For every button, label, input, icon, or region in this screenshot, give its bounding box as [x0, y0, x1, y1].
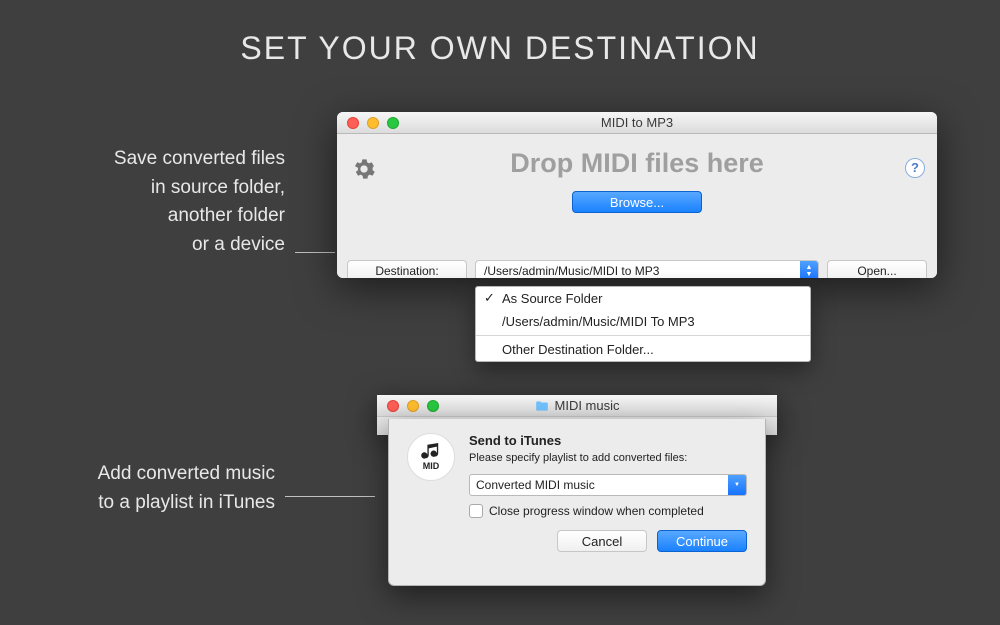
gear-icon[interactable]	[353, 158, 375, 180]
window-midi-to-mp3: MIDI to MP3 ? Drop MIDI files here Brows…	[337, 112, 937, 278]
destination-row: Destination: /Users/admin/Music/MIDI to …	[347, 260, 927, 278]
titlebar[interactable]: MIDI to MP3	[337, 112, 937, 134]
midi-file-icon: MID	[407, 433, 455, 481]
destination-path-value: /Users/admin/Music/MIDI to MP3	[476, 261, 800, 278]
caption-line: or a device	[35, 231, 285, 260]
close-icon[interactable]	[347, 117, 359, 129]
cancel-button[interactable]: Cancel	[557, 530, 647, 552]
caption-line: in source folder,	[35, 174, 285, 203]
checkbox-label: Close progress window when completed	[489, 504, 704, 518]
window-controls	[347, 117, 399, 129]
sheet-description: Please specify playlist to add converted…	[469, 452, 747, 464]
leader-line	[295, 252, 335, 253]
destination-path-combobox[interactable]: /Users/admin/Music/MIDI to MP3 ▲▼	[475, 260, 819, 278]
playlist-combobox[interactable]: Converted MIDI music ▼	[469, 474, 747, 496]
minimize-icon[interactable]	[407, 400, 419, 412]
folder-icon	[535, 400, 549, 412]
send-to-itunes-sheet: MID Send to iTunes Please specify playli…	[388, 419, 766, 586]
titlebar[interactable]: MIDI music	[377, 395, 777, 417]
close-icon[interactable]	[387, 400, 399, 412]
help-icon[interactable]: ?	[905, 158, 925, 178]
chevron-down-icon[interactable]: ▼	[728, 475, 746, 495]
zoom-icon[interactable]	[387, 117, 399, 129]
leader-line	[285, 496, 375, 497]
caption-destination: Save converted files in source folder, a…	[35, 145, 285, 259]
playlist-name-value: Converted MIDI music	[470, 475, 728, 495]
minimize-icon[interactable]	[367, 117, 379, 129]
browse-button[interactable]: Browse...	[572, 191, 702, 213]
caption-itunes: Add converted music to a playlist in iTu…	[35, 460, 275, 517]
window-body: ? Drop MIDI files here Browse... Destina…	[337, 148, 937, 278]
menu-item-as-source-folder[interactable]: As Source Folder	[476, 287, 810, 310]
page-title: SET YOUR OWN DESTINATION	[0, 0, 1000, 67]
caption-line: to a playlist in iTunes	[35, 489, 275, 518]
continue-button[interactable]: Continue	[657, 530, 747, 552]
destination-button[interactable]: Destination:	[347, 260, 467, 278]
caption-line: Add converted music	[35, 460, 275, 489]
window-title: MIDI to MP3	[337, 115, 937, 130]
menu-separator	[476, 335, 810, 336]
caption-line: another folder	[35, 202, 285, 231]
window-controls	[387, 400, 439, 412]
destination-menu: As Source Folder /Users/admin/Music/MIDI…	[475, 286, 811, 362]
menu-item-other-folder[interactable]: Other Destination Folder...	[476, 338, 810, 361]
midi-badge-text: MID	[423, 461, 440, 471]
sheet-title: Send to iTunes	[469, 433, 747, 448]
zoom-icon[interactable]	[427, 400, 439, 412]
window-title-text: MIDI music	[555, 398, 620, 413]
caption-line: Save converted files	[35, 145, 285, 174]
open-button[interactable]: Open...	[827, 260, 927, 278]
dropzone-label: Drop MIDI files here	[337, 148, 937, 179]
close-progress-checkbox[interactable]	[469, 504, 483, 518]
stepper-arrows-icon[interactable]: ▲▼	[800, 261, 818, 278]
menu-item-users-path[interactable]: /Users/admin/Music/MIDI To MP3	[476, 310, 810, 333]
